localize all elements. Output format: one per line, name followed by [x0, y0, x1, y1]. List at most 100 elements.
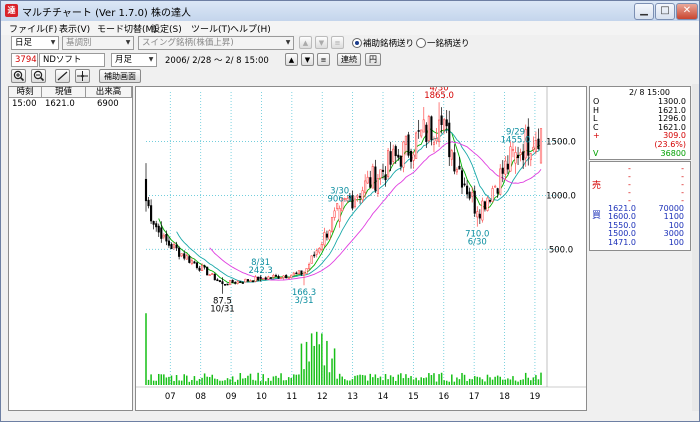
sub-screen-button[interactable]: 補助画面 [99, 69, 141, 83]
candle-body [532, 146, 535, 150]
candle-body [374, 166, 377, 191]
volume-bar [471, 379, 473, 385]
volume-bar [461, 372, 463, 385]
candle-body [504, 160, 507, 175]
menu-view[interactable]: 表示(V) [59, 22, 90, 35]
volume-bar [155, 380, 157, 385]
volume-bar [502, 379, 504, 385]
candle-body [511, 148, 515, 151]
volume-bar [305, 341, 308, 385]
candle-body [218, 280, 221, 282]
next-screen-button[interactable]: ▼ [315, 36, 328, 49]
volume-bar [517, 381, 519, 385]
stock-name-field[interactable]: NDソフト [39, 53, 105, 67]
volume-bar [473, 376, 476, 385]
menu-settings[interactable]: 設定(S) [151, 22, 182, 35]
title-bar[interactable]: 達 マルチチャート (Ver 1.7.0) 株の達人 ▁ □ ✕ [1, 1, 699, 21]
line-tool-button[interactable] [55, 69, 70, 83]
sell-label: 売 [592, 181, 602, 191]
zoom-in-button[interactable] [11, 69, 26, 83]
crosshair-button[interactable] [75, 69, 90, 83]
candle-body [397, 154, 400, 158]
menu-help[interactable]: ヘルプ(H) [230, 22, 271, 35]
minimize-button[interactable]: ▁ [634, 3, 654, 20]
line-tool-icon [57, 71, 68, 81]
radio-sub-stock[interactable] [352, 38, 362, 48]
volume-bar [400, 373, 402, 385]
maximize-button[interactable]: □ [655, 3, 675, 20]
indicator-select[interactable]: 基調別 ▼ [62, 36, 134, 50]
candle-body [160, 227, 163, 239]
volume-bar [231, 376, 234, 385]
period-select[interactable]: 日足 ▼ [11, 36, 59, 50]
menu-tools[interactable]: ツール(T) [191, 22, 231, 35]
window-title: マルチチャート (Ver 1.7.0) 株の達人 [22, 8, 192, 19]
prev-stock-button[interactable]: ▲ [285, 53, 298, 66]
candle-body [394, 146, 397, 157]
annotation-label: 1455.0 [501, 135, 531, 145]
stock-list-button[interactable]: ≡ [317, 53, 330, 66]
prev-screen-button[interactable]: ▲ [299, 36, 312, 49]
volume-bar [303, 369, 305, 385]
volume-bar [336, 378, 338, 385]
candle-body [389, 151, 392, 165]
volume-bar [282, 380, 285, 385]
menu-file[interactable]: ファイル(F) [9, 22, 57, 35]
volume-bar [481, 379, 484, 385]
volume-bar [163, 374, 165, 385]
volume-bar [435, 381, 438, 385]
x-tick-label: 16 [438, 392, 449, 402]
stock-code-field[interactable]: 3794 [11, 53, 38, 67]
next-stock-button[interactable]: ▼ [301, 53, 314, 66]
x-tick-label: 07 [165, 392, 176, 402]
volume-bar [157, 373, 160, 385]
volume-bar [359, 374, 361, 385]
candle-body [430, 116, 433, 140]
chart-panel[interactable]: 1500.0 1000.0 500.0 07 08 09 10 11 12 13 14 15 16 17 1… [135, 83, 587, 411]
volume-bar [379, 376, 382, 385]
chart-period-value: 月足 [115, 55, 133, 65]
x-tick-label: 15 [408, 392, 419, 402]
app-window: 達 マルチチャート (Ver 1.7.0) 株の達人 ▁ □ ✕ ファイル(F)… [0, 0, 700, 422]
volume-bar [519, 379, 522, 385]
volume-bar [188, 381, 191, 385]
zoom-out-button[interactable] [31, 69, 46, 83]
ohlc-key: + [593, 131, 600, 141]
candle-body [387, 150, 390, 177]
candle-body [364, 180, 367, 193]
screen-list-button[interactable]: ≡ [331, 36, 344, 49]
close-button[interactable]: ✕ [676, 3, 698, 20]
candle-body [305, 268, 308, 275]
volume-bar [313, 345, 315, 385]
volume-bar [178, 380, 180, 385]
continuous-button[interactable]: 連続 [337, 53, 361, 66]
volume-bar [524, 372, 527, 385]
chart-period-select[interactable]: 月足 ▼ [111, 53, 157, 67]
candle-body [476, 211, 479, 218]
candlestick-chart[interactable]: 1500.0 1000.0 500.0 07 08 09 10 11 12 13 14 15 16 17 1… [136, 83, 586, 410]
buy-qty: 100 [668, 237, 684, 247]
candle-body [488, 199, 492, 202]
ohlc-value: 36800 [660, 148, 686, 158]
candle-body [147, 199, 150, 207]
volume-bar [298, 374, 300, 385]
screen-select[interactable]: スイング銘柄(株価上昇) ▼ [138, 36, 294, 50]
candle-body [481, 200, 484, 221]
candle-body [313, 254, 316, 257]
candle-body [246, 279, 249, 282]
radio-single-stock[interactable] [416, 38, 426, 48]
tick-row-price: 1621.0 [45, 99, 75, 109]
volume-bar [530, 380, 532, 385]
candle-body [300, 270, 303, 275]
candle-body [359, 196, 362, 198]
candle-body [361, 190, 364, 201]
volume-bar [384, 374, 387, 385]
y-tick-label: 1500.0 [546, 138, 576, 148]
volume-bar [356, 375, 359, 385]
yen-button[interactable]: 円 [365, 53, 381, 66]
vertical-scrollbar[interactable] [692, 84, 699, 411]
menu-mode[interactable]: モード切替(M) [97, 22, 157, 35]
volume-bar [443, 380, 445, 385]
candle-body [392, 148, 395, 162]
volume-bar [323, 365, 326, 385]
